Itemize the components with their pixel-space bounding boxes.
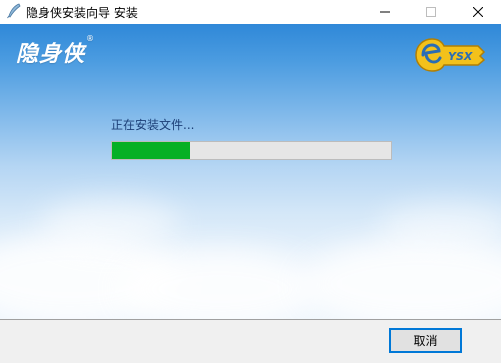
brand-logo-text: YSX: [448, 50, 473, 63]
feather-icon: [7, 3, 21, 19]
close-icon: [473, 7, 483, 17]
install-status-text: 正在安装文件...: [111, 118, 195, 132]
minimize-button[interactable]: [362, 0, 408, 24]
installer-window: 隐身侠安装向导 安装 隐身侠® YSX 正在安装文件... 取消: [0, 0, 501, 363]
ysx-key-logo-icon: YSX: [415, 38, 486, 72]
cloud-decoration: [40, 199, 180, 249]
maximize-icon: [426, 7, 436, 17]
cancel-button[interactable]: 取消: [389, 328, 462, 353]
product-logo-text: 隐身侠: [16, 42, 86, 67]
installer-banner: 隐身侠® YSX 正在安装文件...: [0, 24, 501, 319]
cloud-decoration: [300, 239, 501, 319]
product-logo: 隐身侠®: [16, 34, 96, 68]
close-button[interactable]: [455, 0, 501, 24]
progress-fill: [112, 142, 191, 159]
title-bar[interactable]: 隐身侠安装向导 安装: [0, 0, 501, 24]
install-progress-bar: [111, 141, 392, 160]
cloud-decoration: [120, 249, 320, 319]
footer-bar: 取消: [0, 319, 501, 363]
minimize-icon: [380, 11, 390, 13]
window-title: 隐身侠安装向导 安装: [26, 6, 138, 20]
maximize-button[interactable]: [408, 0, 454, 24]
registered-mark: ®: [86, 34, 96, 43]
cloud-decoration: [380, 204, 501, 249]
